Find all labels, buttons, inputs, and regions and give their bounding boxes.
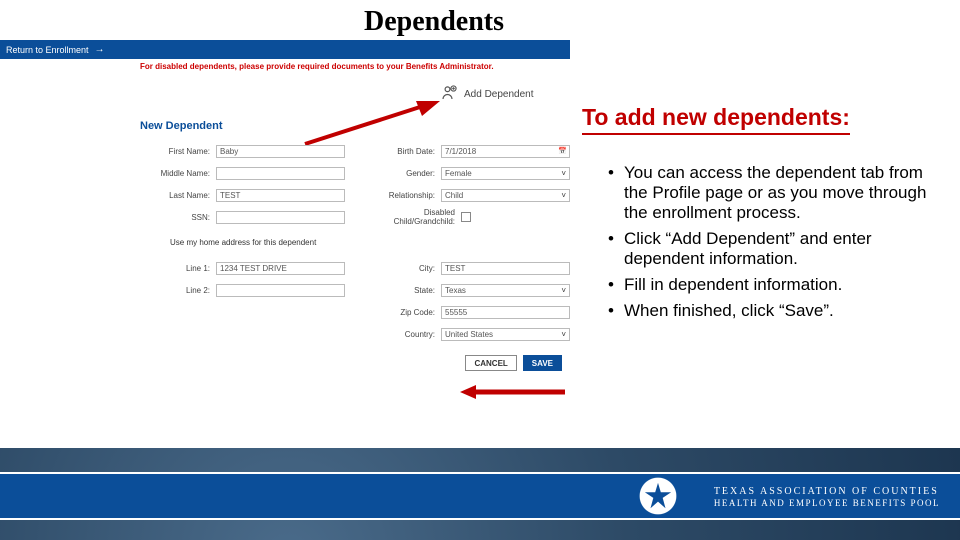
instruction-item: Click “Add Dependent” and enter dependen… bbox=[608, 229, 938, 269]
birth-date-input[interactable]: 7/1/2018 bbox=[441, 145, 570, 158]
line1-input[interactable]: 1234 TEST DRIVE bbox=[216, 262, 345, 275]
line1-label: Line 1: bbox=[140, 264, 210, 273]
new-dependent-form: New Dependent First Name: Baby Middle Nam… bbox=[140, 120, 570, 400]
disabled-child-checkbox[interactable] bbox=[461, 212, 471, 222]
save-button[interactable]: SAVE bbox=[523, 355, 562, 371]
middle-name-label: Middle Name: bbox=[140, 169, 210, 178]
first-name-input[interactable]: Baby bbox=[216, 145, 345, 158]
instructions-list: You can access the dependent tab from th… bbox=[608, 163, 938, 327]
state-select[interactable]: Texas bbox=[441, 284, 570, 297]
slide: Dependents Return to Enrollment → For di… bbox=[0, 0, 960, 540]
cancel-button[interactable]: CANCEL bbox=[465, 355, 516, 371]
state-label: State: bbox=[365, 286, 435, 295]
gender-label: Gender: bbox=[365, 169, 435, 178]
ssn-label: SSN: bbox=[140, 213, 210, 222]
instruction-item: You can access the dependent tab from th… bbox=[608, 163, 938, 223]
relationship-select[interactable]: Child bbox=[441, 189, 570, 202]
gender-select[interactable]: Female bbox=[441, 167, 570, 180]
footer-line2: HEALTH AND EMPLOYEE BENEFITS POOL bbox=[714, 498, 940, 510]
first-name-label: First Name: bbox=[140, 147, 210, 156]
disabled-dependents-note: For disabled dependents, please provide … bbox=[140, 62, 494, 71]
disabled-child-label: Disabled Child/Grandchild: bbox=[365, 208, 455, 226]
birth-date-label: Birth Date: bbox=[365, 147, 435, 156]
return-to-enrollment-bar[interactable]: Return to Enrollment → bbox=[0, 40, 570, 59]
line2-input[interactable] bbox=[216, 284, 345, 297]
form-heading: New Dependent bbox=[140, 120, 570, 132]
tac-seal-icon bbox=[636, 474, 680, 518]
country-select[interactable]: United States bbox=[441, 328, 570, 341]
form-left-column: First Name: Baby Middle Name: Last Name: T… bbox=[140, 144, 345, 232]
instructions-heading: To add new dependents: bbox=[582, 104, 850, 135]
instruction-item: Fill in dependent information. bbox=[608, 275, 938, 295]
return-label: Return to Enrollment bbox=[6, 45, 89, 55]
form-buttons: CANCEL SAVE bbox=[140, 355, 570, 371]
line2-label: Line 2: bbox=[140, 286, 210, 295]
city-label: City: bbox=[365, 264, 435, 273]
use-home-address-row: Use my home address for this dependent bbox=[170, 238, 570, 247]
ssn-input[interactable] bbox=[216, 211, 345, 224]
person-plus-icon bbox=[440, 84, 458, 104]
middle-name-input[interactable] bbox=[216, 167, 345, 180]
country-label: Country: bbox=[365, 330, 435, 339]
add-dependent-label: Add Dependent bbox=[464, 89, 534, 100]
add-dependent-button[interactable]: Add Dependent bbox=[440, 84, 534, 104]
footer-text: TEXAS ASSOCIATION OF COUNTIES HEALTH AND… bbox=[714, 485, 940, 510]
instruction-item: When finished, click “Save”. bbox=[608, 301, 938, 321]
use-home-address-label: Use my home address for this dependent bbox=[170, 238, 316, 247]
city-input[interactable]: TEST bbox=[441, 262, 570, 275]
callout-arrow-save bbox=[460, 385, 565, 399]
form-right-column: Birth Date: 7/1/2018 Gender: Female Relati… bbox=[365, 144, 570, 232]
footer-line1: TEXAS ASSOCIATION OF COUNTIES bbox=[714, 485, 940, 498]
last-name-label: Last Name: bbox=[140, 191, 210, 200]
zip-input[interactable]: 55555 bbox=[441, 306, 570, 319]
zip-label: Zip Code: bbox=[365, 308, 435, 317]
right-arrow-icon: → bbox=[95, 44, 105, 55]
relationship-label: Relationship: bbox=[365, 191, 435, 200]
last-name-input[interactable]: TEST bbox=[216, 189, 345, 202]
page-title: Dependents bbox=[364, 6, 504, 38]
